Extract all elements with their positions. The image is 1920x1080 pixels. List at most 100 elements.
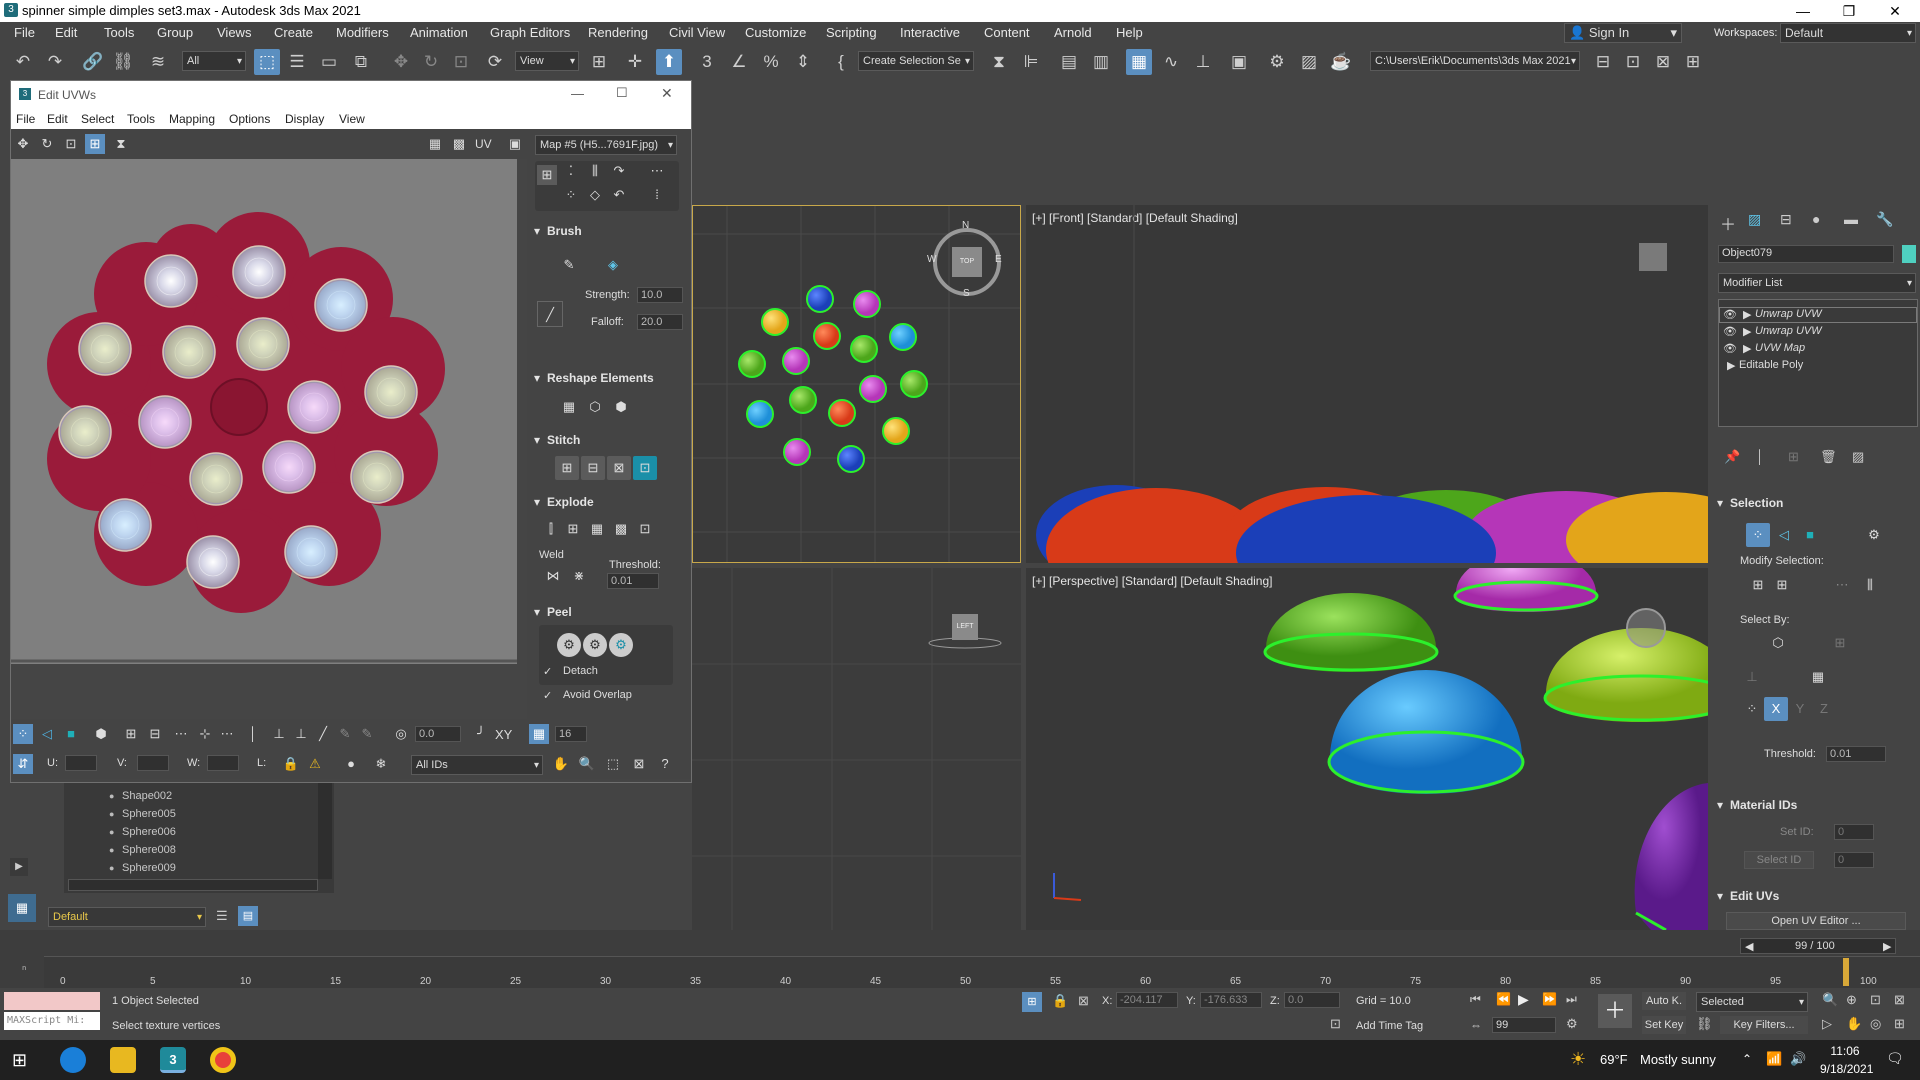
detach-icon[interactable]: ⊞ bbox=[561, 517, 585, 541]
object-color-swatch[interactable] bbox=[1902, 245, 1916, 263]
save-icon[interactable]: ⊠ bbox=[1650, 49, 1676, 75]
uv-grid-icon[interactable]: ▩ bbox=[449, 134, 469, 154]
weld-threshold-spinner[interactable]: 0.01 bbox=[607, 573, 659, 589]
menu-customize[interactable]: Customize bbox=[745, 25, 806, 40]
eye-icon[interactable]: 👁 bbox=[1723, 308, 1737, 321]
project-folder-icon[interactable]: ⊟ bbox=[1590, 49, 1616, 75]
angle-snap-icon[interactable]: ∠ bbox=[726, 49, 752, 75]
expand-icon[interactable]: ▶ bbox=[1727, 359, 1735, 372]
redo-icon[interactable]: ↷ bbox=[42, 49, 68, 75]
ref-coord-dropdown[interactable]: View bbox=[515, 51, 579, 71]
rotate-90-icon[interactable]: ↷ bbox=[609, 161, 629, 181]
brush-deselect-icon[interactable]: ✎ bbox=[357, 724, 377, 744]
mirror-icon[interactable]: ⧗ bbox=[986, 49, 1012, 75]
u-field[interactable] bbox=[65, 755, 97, 771]
xy-space-label[interactable]: XY bbox=[495, 727, 512, 742]
loop-select-icon[interactable]: ⫼ bbox=[1858, 573, 1882, 597]
hierarchy-tab-icon[interactable]: ⊟ bbox=[1780, 211, 1792, 228]
axis-z-button[interactable]: Z bbox=[1812, 697, 1836, 721]
pixel-count-spinner[interactable]: 16 bbox=[555, 726, 587, 742]
element-select-icon[interactable]: ⚙ bbox=[1862, 523, 1886, 547]
scene-scrollbar-v[interactable] bbox=[318, 783, 332, 879]
straighten-icon[interactable]: ◇ bbox=[585, 185, 605, 205]
menu-content[interactable]: Content bbox=[984, 25, 1030, 40]
hide-icon[interactable]: ● bbox=[341, 754, 361, 774]
edge-browser-icon[interactable] bbox=[60, 1047, 86, 1073]
grow-select-icon[interactable]: ⊞ bbox=[1746, 573, 1770, 597]
stitch-average-icon[interactable]: ⊠ bbox=[607, 456, 631, 480]
quick-peel-icon[interactable]: ⚙ bbox=[557, 633, 581, 657]
x-coordinate[interactable]: -204.117 bbox=[1116, 992, 1178, 1008]
uv-menu-edit[interactable]: Edit bbox=[47, 112, 68, 126]
menu-group[interactable]: Group bbox=[157, 25, 193, 40]
object-name-field[interactable]: Object079 bbox=[1718, 245, 1894, 263]
threshold-spinner[interactable]: 0.01 bbox=[1826, 746, 1886, 762]
edit-uvs-rollout[interactable]: Edit UVs bbox=[1714, 886, 1916, 906]
scale-icon[interactable]: ⊡ bbox=[448, 49, 474, 75]
layer-toggle-icon[interactable]: ▤ bbox=[238, 906, 258, 926]
w-field[interactable] bbox=[207, 755, 239, 771]
menu-animation[interactable]: Animation bbox=[410, 25, 468, 40]
zoom-region-icon[interactable]: ⬚ bbox=[603, 754, 623, 774]
material-editor-icon[interactable]: ▣ bbox=[1226, 49, 1252, 75]
schematic-view-icon[interactable]: ⊥ bbox=[1190, 49, 1216, 75]
align-icon[interactable]: ⊞ bbox=[537, 165, 557, 185]
v-field[interactable] bbox=[137, 755, 169, 771]
uv-menu-display[interactable]: Display bbox=[285, 112, 324, 126]
menu-civil-view[interactable]: Civil View bbox=[669, 25, 725, 40]
menu-views[interactable]: Views bbox=[217, 25, 251, 40]
rotate-neg-90-icon[interactable]: ↶ bbox=[609, 185, 629, 205]
align-v-icon[interactable]: ⫼ bbox=[585, 161, 605, 181]
space-h-icon[interactable]: ⋯ bbox=[647, 161, 667, 181]
maximize-viewport-icon[interactable]: ⊞ bbox=[1894, 1016, 1905, 1032]
falloff-spinner[interactable]: 20.0 bbox=[637, 314, 683, 330]
scene-item[interactable]: Sphere006 bbox=[109, 826, 176, 838]
link-icon[interactable]: 🔗 bbox=[80, 49, 106, 75]
menu-interactive[interactable]: Interactive bbox=[900, 25, 960, 40]
menu-help[interactable]: Help bbox=[1116, 25, 1143, 40]
named-selection-dropdown[interactable]: Create Selection Se bbox=[858, 51, 974, 71]
close-button[interactable]: ✕ bbox=[1872, 0, 1918, 22]
uv-menu-tools[interactable]: Tools bbox=[127, 112, 155, 126]
modify-tab-icon[interactable]: ▨ bbox=[1748, 211, 1761, 228]
stack-item[interactable]: UVW Map bbox=[1755, 342, 1805, 354]
move-icon[interactable]: ✥ bbox=[388, 49, 414, 75]
scene-item[interactable]: Shape002 bbox=[109, 790, 172, 802]
absolute-transform-icon[interactable]: ⊠ bbox=[1078, 993, 1089, 1009]
uv-texture-icon[interactable]: ▣ bbox=[505, 134, 525, 154]
brush-rollout[interactable]: Brush bbox=[531, 221, 733, 241]
select-by-name-icon[interactable]: ☰ bbox=[284, 49, 310, 75]
selection-filter-dropdown[interactable]: All bbox=[182, 51, 246, 71]
uv-space-label[interactable]: UV bbox=[475, 137, 492, 151]
rotate-icon[interactable]: ↻ bbox=[418, 49, 444, 75]
maxscript-listener[interactable]: MAXScript Mi: bbox=[4, 1012, 100, 1030]
time-slider[interactable]: ◀ 99 / 100 ▶ bbox=[1740, 938, 1896, 954]
material-ids-dropdown[interactable]: All IDs bbox=[411, 755, 543, 775]
next-frame-icon[interactable]: ⏩ bbox=[1542, 992, 1557, 1006]
configure-sets-icon[interactable]: ▨ bbox=[1852, 449, 1864, 465]
by-element-icon[interactable]: ⬡ bbox=[1766, 631, 1790, 655]
ring-grow-icon[interactable]: │ bbox=[243, 724, 263, 744]
curve-editor-icon[interactable]: ∿ bbox=[1158, 49, 1184, 75]
paint-brush-icon[interactable]: ✎ bbox=[557, 253, 581, 277]
pan-view-icon[interactable]: ✋ bbox=[1846, 1016, 1862, 1032]
percent-snap-icon[interactable]: % bbox=[758, 49, 784, 75]
modifier-list-dropdown[interactable]: Modifier List bbox=[1718, 273, 1916, 293]
stitch-target-icon[interactable]: ⊟ bbox=[581, 456, 605, 480]
layer-stack-icon[interactable]: ☰ bbox=[216, 908, 228, 924]
shrink-select-icon[interactable]: ⊞ bbox=[1770, 573, 1794, 597]
zoom-extents-all-icon[interactable]: ⊠ bbox=[1894, 992, 1905, 1008]
uv-scale-icon[interactable]: ⊡ bbox=[61, 134, 81, 154]
uv-close-button[interactable]: ✕ bbox=[661, 85, 673, 102]
window-crossing-icon[interactable]: ⧉ bbox=[348, 49, 374, 75]
lock-icon[interactable]: 🔒 bbox=[281, 754, 301, 774]
menu-tools[interactable]: Tools bbox=[104, 25, 134, 40]
stack-item[interactable]: Unwrap UVW bbox=[1755, 325, 1822, 337]
set-key-big-icon[interactable]: ＋ bbox=[1598, 994, 1632, 1028]
restore-button[interactable]: ❐ bbox=[1826, 0, 1872, 22]
layer-dropdown[interactable]: Default bbox=[48, 907, 206, 927]
time-config-icon[interactable]: ⚙ bbox=[1566, 1016, 1578, 1032]
unlink-icon[interactable]: ⛓ bbox=[110, 49, 136, 75]
tray-chevron-icon[interactable]: ⌃ bbox=[1742, 1052, 1752, 1066]
stitch-rollout[interactable]: Stitch bbox=[531, 430, 733, 450]
